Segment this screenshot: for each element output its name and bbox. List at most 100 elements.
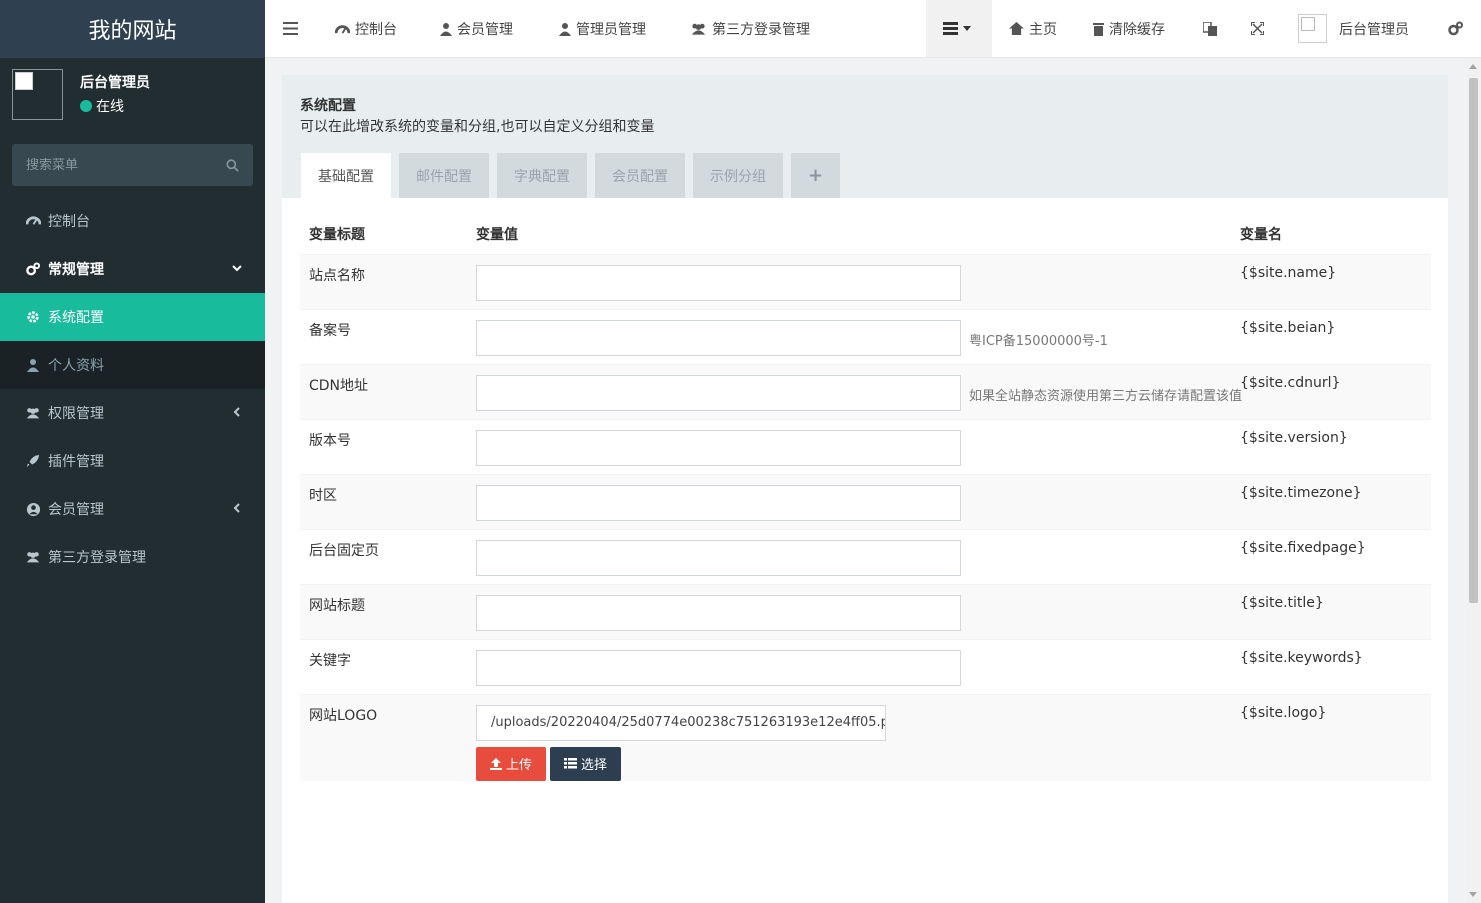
sidebar-item-system-config[interactable]: 系统配置 — [0, 293, 265, 341]
user-status: 在线 — [80, 96, 124, 116]
column-header-value: 变量值 — [476, 226, 518, 243]
nav-tab-members[interactable]: 会员管理 — [440, 0, 513, 57]
users-icon — [25, 549, 41, 565]
sidebar-item-label: 系统配置 — [48, 310, 104, 326]
cogs-icon — [1448, 21, 1463, 35]
sidebar: 我的网站 后台管理员 在线 控制台 常规管理 系统配置 个人资料 — [0, 0, 265, 903]
dashboard-icon — [25, 213, 41, 229]
translate-icon — [1203, 21, 1217, 36]
expand-icon — [1251, 22, 1264, 35]
row-varname: {$site.cdnurl} — [1231, 363, 1431, 419]
row-title: 站点名称 — [300, 253, 467, 309]
select-button[interactable]: 选择 — [550, 746, 622, 781]
nav-tab-dashboard[interactable]: 控制台 — [335, 0, 397, 57]
row-title: 后台固定页 — [300, 528, 467, 584]
tab-example[interactable]: 示例分组 — [693, 153, 783, 198]
site-name-input[interactable] — [476, 264, 961, 301]
keywords-input[interactable] — [476, 649, 961, 686]
list-icon — [564, 758, 578, 769]
column-header-varname: 变量名 — [1240, 226, 1282, 243]
users-icon — [691, 23, 706, 35]
table-row: 网站LOGO /uploads/20220404/25d0774e00238c7… — [300, 693, 1431, 781]
table-row: 后台固定页 {$site.fixedpage} — [300, 528, 1431, 584]
chevron-left-icon — [233, 407, 240, 417]
row-varname: {$site.timezone} — [1231, 473, 1431, 529]
sidebar-item-profile[interactable]: 个人资料 — [0, 341, 265, 389]
row-title: 版本号 — [300, 418, 467, 474]
avatar[interactable] — [12, 69, 63, 120]
column-header-title: 变量标题 — [309, 226, 365, 243]
table-row: 时区 {$site.timezone} — [300, 473, 1431, 529]
sidebar-menu: 控制台 常规管理 系统配置 个人资料 权限管理 插件管理 会员管理 第三方登录管… — [0, 197, 265, 581]
scrollbar-thumb[interactable] — [1469, 78, 1478, 603]
row-title: 备案号 — [300, 308, 467, 364]
nav-tab-label: 会员管理 — [457, 21, 513, 38]
fixedpage-input[interactable] — [476, 539, 961, 576]
home-link[interactable]: 主页 — [1009, 0, 1057, 57]
nav-tab-label: 第三方登录管理 — [712, 21, 810, 38]
main-content: 系统配置 可以在此增改系统的变量和分组,也可以自定义分组和变量 基础配置 邮件配… — [265, 58, 1466, 903]
table-row: 版本号 {$site.version} — [300, 418, 1431, 474]
sidebar-search — [12, 144, 253, 186]
scroll-up-arrow-icon[interactable] — [1469, 64, 1477, 69]
table-row: 网站标题 {$site.title} — [300, 583, 1431, 639]
logo-path-input[interactable]: /uploads/20220404/25d0774e00238c75126319… — [476, 704, 886, 741]
add-tab-button[interactable]: + — [791, 153, 841, 198]
list-icon — [942, 22, 958, 35]
fullscreen-button[interactable] — [1251, 0, 1269, 57]
sidebar-item-label: 插件管理 — [48, 454, 104, 470]
top-navbar: 控制台 会员管理 管理员管理 第三方登录管理 主页 清除缓存 后台管理员 — [265, 0, 1481, 58]
broken-image-icon — [15, 72, 33, 90]
version-input[interactable] — [476, 429, 961, 466]
tab-basic[interactable]: 基础配置 — [301, 153, 391, 198]
beian-hint: 粤ICP备15000000号-1 — [969, 333, 1108, 349]
admin-name-label: 后台管理员 — [1339, 21, 1409, 38]
page-scrollbar[interactable] — [1466, 58, 1481, 903]
config-panel: 系统配置 可以在此增改系统的变量和分组,也可以自定义分组和变量 基础配置 邮件配… — [282, 75, 1448, 903]
nav-more-dropdown[interactable] — [926, 0, 992, 57]
search-input[interactable] — [26, 157, 226, 173]
row-varname: {$site.beian} — [1231, 308, 1431, 364]
sidebar-item-permissions[interactable]: 权限管理 — [0, 389, 265, 437]
nav-tab-admins[interactable]: 管理员管理 — [559, 0, 646, 57]
sidebar-toggle-button[interactable] — [283, 0, 303, 57]
table-row: 站点名称 {$site.name} — [300, 253, 1431, 309]
scroll-down-arrow-icon[interactable] — [1469, 892, 1477, 897]
tab-email[interactable]: 邮件配置 — [399, 153, 489, 198]
site-title-input[interactable] — [476, 594, 961, 631]
admin-user-menu[interactable]: 后台管理员 — [1298, 0, 1409, 57]
home-icon — [1009, 22, 1024, 35]
cdnurl-hint: 如果全站静态资源使用第三方云储存请配置该值 — [969, 388, 1243, 404]
dashboard-icon — [335, 25, 350, 34]
language-toggle-button[interactable] — [1203, 0, 1222, 57]
upload-button[interactable]: 上传 — [476, 746, 547, 781]
brand-logo[interactable]: 我的网站 — [0, 0, 265, 58]
table-row: 备案号 粤ICP备15000000号-1 {$site.beian} — [300, 308, 1431, 364]
sidebar-item-general[interactable]: 常规管理 — [0, 245, 265, 293]
tab-member[interactable]: 会员配置 — [595, 153, 685, 198]
sidebar-item-label: 第三方登录管理 — [48, 550, 146, 566]
row-varname: {$site.keywords} — [1231, 638, 1431, 694]
sidebar-item-plugins[interactable]: 插件管理 — [0, 437, 265, 485]
user-icon — [559, 22, 571, 36]
nav-tab-third-party-login[interactable]: 第三方登录管理 — [690, 0, 810, 57]
control-sidebar-button[interactable] — [1447, 0, 1469, 57]
sidebar-item-label: 常规管理 — [48, 262, 104, 278]
row-varname: {$site.name} — [1231, 253, 1431, 309]
sidebar-item-label: 会员管理 — [48, 502, 104, 518]
online-dot-icon — [80, 100, 92, 112]
sidebar-item-label: 控制台 — [48, 214, 90, 230]
cdnurl-input[interactable] — [476, 374, 961, 411]
config-table: 变量标题 变量值 变量名 站点名称 {$site.name} 备案号 粤ICP备… — [300, 214, 1431, 781]
beian-input[interactable] — [476, 319, 961, 356]
clear-cache-button[interactable]: 清除缓存 — [1093, 0, 1165, 57]
upload-label: 上传 — [506, 758, 533, 773]
chevron-down-icon — [232, 265, 242, 272]
search-icon[interactable] — [226, 158, 239, 172]
sidebar-item-third-party-login[interactable]: 第三方登录管理 — [0, 533, 265, 581]
user-icon — [25, 357, 41, 373]
sidebar-item-dashboard[interactable]: 控制台 — [0, 197, 265, 245]
sidebar-item-members[interactable]: 会员管理 — [0, 485, 265, 533]
tab-dictionary[interactable]: 字典配置 — [497, 153, 587, 198]
timezone-input[interactable] — [476, 484, 961, 521]
